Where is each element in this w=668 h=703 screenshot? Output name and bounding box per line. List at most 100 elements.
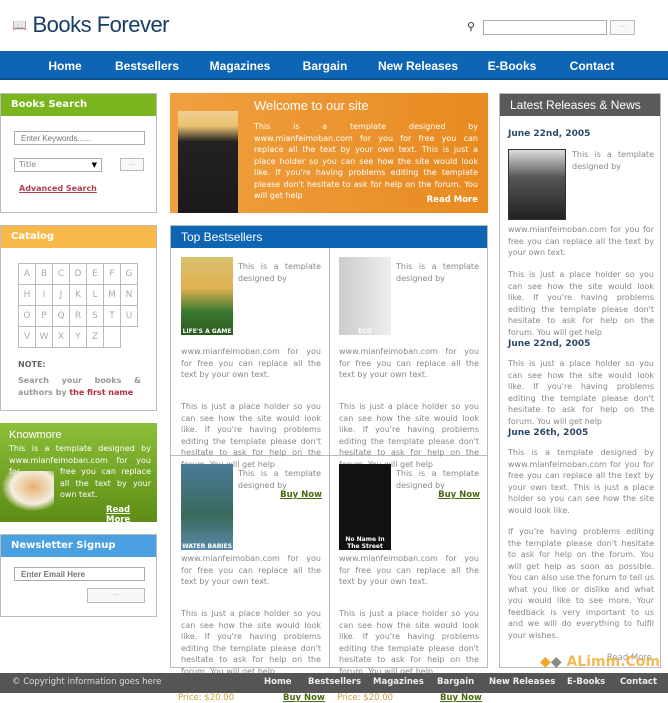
letter-link[interactable]: I <box>36 285 53 306</box>
buy-now-link[interactable]: Buy Now <box>440 693 482 703</box>
news-text: This is just a place holder so you can s… <box>508 359 654 426</box>
reading-woman-image <box>178 111 238 213</box>
letter-link[interactable]: K <box>70 285 87 306</box>
buy-now-link[interactable]: Buy Now <box>280 490 322 500</box>
footer-link-new-releases[interactable]: New Releases <box>489 677 555 687</box>
footer-link-contact[interactable]: Contact <box>620 677 657 687</box>
panel-title: Latest Releases & News <box>500 94 660 116</box>
footer: © Copyright information goes here Home B… <box>0 673 668 693</box>
nav-home[interactable]: Home <box>48 59 81 73</box>
letter-link[interactable]: Z <box>87 327 104 348</box>
email-input[interactable] <box>14 567 145 581</box>
price: Price: $20.00 <box>337 693 394 703</box>
letter-link[interactable]: H <box>19 285 36 306</box>
letter-link[interactable]: B <box>36 264 53 285</box>
nav-contact[interactable]: Contact <box>570 59 615 73</box>
book-icon: 📖 <box>12 18 27 32</box>
book-intro: This is a template designed by <box>238 469 321 490</box>
chevron-down-icon: ▼ <box>91 161 97 169</box>
letter-link[interactable]: M <box>104 285 121 306</box>
footer-link-ebooks[interactable]: E-Books <box>567 677 605 687</box>
letter-link[interactable]: X <box>53 327 70 348</box>
welcome-read-more[interactable]: Read More <box>427 195 478 205</box>
letter-link[interactable]: F <box>104 264 121 285</box>
book-card: LIFE'S A GAME This is a template designed… <box>179 257 322 477</box>
book-text: This is just a place holder so you can s… <box>339 402 479 469</box>
note-label: NOTE: <box>18 360 46 369</box>
nav-bargain[interactable]: Bargain <box>303 59 348 73</box>
news-text: This is just a place holder so you can s… <box>508 270 654 337</box>
letter-link[interactable]: N <box>121 285 138 306</box>
letter-link <box>104 327 121 348</box>
knowmore-read-more[interactable]: Read More <box>106 505 157 525</box>
search-type-select[interactable]: Title ▼ <box>14 158 102 172</box>
book-cover-image[interactable]: WATER BABIES <box>181 464 233 550</box>
footer-link-magazines[interactable]: Magazines <box>373 677 424 687</box>
book-cover-image[interactable]: LIFE'S A GAME <box>181 257 233 335</box>
news-text: If you're having problems editing the te… <box>508 527 654 640</box>
letter-link[interactable]: P <box>36 306 53 327</box>
footer-link-bargain[interactable]: Bargain <box>437 677 474 687</box>
advanced-search-link[interactable]: Advanced Search <box>19 184 97 193</box>
letter-link[interactable]: S <box>87 306 104 327</box>
letter-link[interactable]: T <box>104 306 121 327</box>
book-text: This is just a place holder so you can s… <box>181 609 321 676</box>
book-card: No Name In The Street This is a template … <box>337 464 480 684</box>
book-text: This is just a place holder so you can s… <box>339 609 479 676</box>
letter-link[interactable]: U <box>121 306 138 327</box>
site-logo[interactable]: 📖 Books Forever <box>12 12 170 38</box>
nav-ebooks[interactable]: E-Books <box>488 59 537 73</box>
newsletter-panel: Newsletter Signup ···· <box>0 534 157 617</box>
news-text: This is a template designed by <box>572 150 654 171</box>
copyright: © Copyright information goes here <box>12 677 162 687</box>
letter-link[interactable]: O <box>19 306 36 327</box>
letter-link[interactable]: V <box>19 327 36 348</box>
note-text: Search your books & authors by the first… <box>18 375 141 398</box>
cover-title: WATER BABIES <box>182 543 232 550</box>
select-value: Title <box>19 160 37 169</box>
book-intro: This is a template designed by <box>396 469 479 490</box>
news-panel: Latest Releases & News June 22nd, 2005 T… <box>499 93 661 668</box>
note-highlight: the first name <box>69 387 134 397</box>
header-search-button[interactable]: ···· <box>610 20 635 35</box>
signup-button[interactable]: ···· <box>87 588 145 603</box>
book-cover-image[interactable]: No Name In The Street <box>339 464 391 550</box>
search-button[interactable]: ···· <box>120 158 144 171</box>
letter-link[interactable]: J <box>53 285 70 306</box>
letter-link[interactable]: D <box>70 264 87 285</box>
letter-link[interactable]: W <box>36 327 53 348</box>
letter-link[interactable]: G <box>121 264 138 285</box>
letter-link[interactable]: E <box>87 264 104 285</box>
letter-link[interactable]: R <box>70 306 87 327</box>
panel-title: Newsletter Signup <box>1 535 156 557</box>
letter-link[interactable]: Q <box>53 306 70 327</box>
main-nav: Home Bestsellers Magazines Bargain New R… <box>0 51 668 80</box>
panel-title: Books Search <box>1 94 156 116</box>
letter-link[interactable]: A <box>19 264 36 285</box>
books-search-panel: Books Search Title ▼ ···· Advanced Search <box>0 93 157 213</box>
buy-now-link[interactable]: Buy Now <box>438 490 480 500</box>
book-cover-image[interactable]: ECO <box>339 257 391 335</box>
footer-link-home[interactable]: Home <box>264 677 292 687</box>
column-divider <box>329 248 330 668</box>
letter-link[interactable]: L <box>87 285 104 306</box>
welcome-panel: Welcome to our site This is a template d… <box>170 93 488 213</box>
news-date: June 22nd, 2005 <box>508 339 591 349</box>
author-photo <box>508 149 566 220</box>
nav-magazines[interactable]: Magazines <box>210 59 271 73</box>
keywords-input[interactable] <box>14 131 145 145</box>
panel-title: Top Bestsellers <box>171 226 487 248</box>
news-text: This is a template designed by www.mianf… <box>508 448 654 515</box>
footer-link-bestsellers[interactable]: Bestsellers <box>308 677 361 687</box>
letter-link[interactable]: C <box>53 264 70 285</box>
news-text: www.mianfeimoban.com for you for free yo… <box>508 225 654 257</box>
letter-grid: ABCDEFG HIJKLMN OPQRSTU VWXYZ <box>18 263 138 348</box>
welcome-title: Welcome to our site <box>254 98 369 113</box>
letter-link[interactable]: Y <box>70 327 87 348</box>
header-search-input[interactable] <box>483 20 607 35</box>
nav-bestsellers[interactable]: Bestsellers <box>115 59 179 73</box>
buy-now-link[interactable]: Buy Now <box>283 693 325 703</box>
book-card: WATER BABIES This is a template designed … <box>179 464 322 684</box>
watermark-logo: ◆◆ ALimm.Com <box>540 654 660 670</box>
nav-new-releases[interactable]: New Releases <box>378 59 458 73</box>
